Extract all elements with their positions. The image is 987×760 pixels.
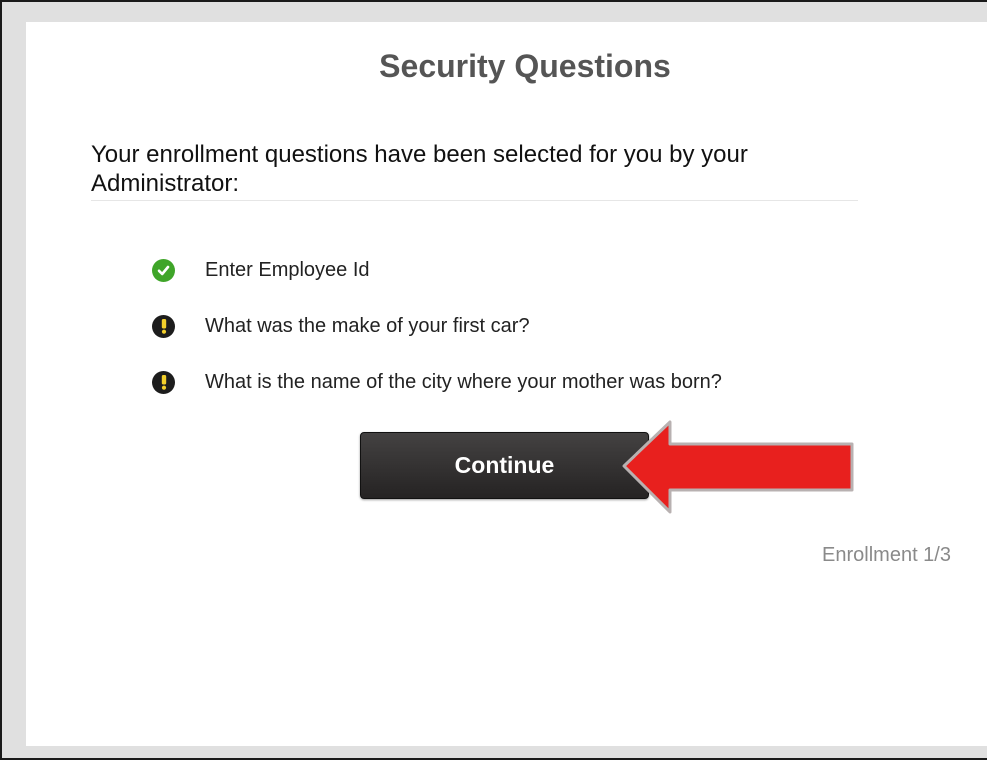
question-list: Enter Employee Id What was the make of y… xyxy=(152,256,722,424)
enrollment-progress: Enrollment 1/3 xyxy=(822,544,951,566)
question-text: What is the name of the city where your … xyxy=(205,370,722,393)
exclamation-icon xyxy=(152,370,175,394)
continue-button[interactable]: Continue xyxy=(360,432,649,499)
exclamation-icon xyxy=(152,314,175,338)
divider xyxy=(91,200,858,201)
red-arrow-icon xyxy=(622,420,854,514)
question-item-3: What is the name of the city where your … xyxy=(152,368,722,396)
question-text: What was the make of your first car? xyxy=(205,314,530,337)
checkmark-icon xyxy=(152,258,175,282)
question-text: Enter Employee Id xyxy=(205,258,370,281)
intro-text: Your enrollment questions have been sele… xyxy=(91,141,748,197)
question-item-1: Enter Employee Id xyxy=(152,256,722,284)
page-title: Security Questions xyxy=(379,48,671,84)
question-item-2: What was the make of your first car? xyxy=(152,312,722,340)
